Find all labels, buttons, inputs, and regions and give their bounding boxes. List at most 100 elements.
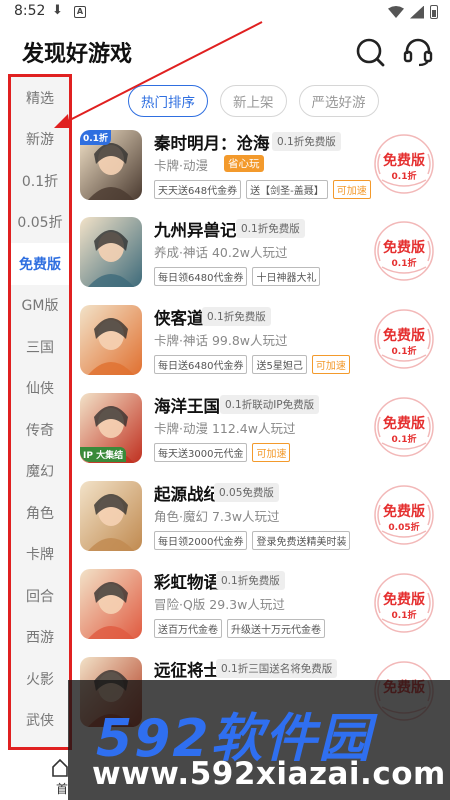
- battery-icon: [430, 5, 438, 19]
- game-row[interactable]: 彩虹物语 0.1折免费版 冒险·Q版 29.3w人玩过 送百万代金卷 升级送十万元代金卷…: [80, 569, 450, 655]
- game-name[interactable]: 秦时明月：沧海: [154, 130, 270, 154]
- sidebar-item[interactable]: GM版: [11, 285, 69, 327]
- game-icon[interactable]: [80, 305, 142, 375]
- sidebar-item[interactable]: 免费版: [11, 243, 69, 285]
- game-row[interactable]: 起源战纪 0.05免费版角色·魔幻 7.3w人玩过每日领2000代金券 登录免费送精…: [80, 481, 450, 567]
- sidebar-item[interactable]: 0.1折: [11, 160, 69, 202]
- game-name[interactable]: 远征将士: [154, 657, 220, 681]
- icon-corner-label: IP 大集结: [80, 447, 127, 462]
- stamp-discount-text: 0.05折: [388, 523, 420, 533]
- game-tags: 每日领2000代金券 登录免费送精美时装: [154, 531, 351, 550]
- game-row[interactable]: 侠客道 0.1折免费版 卡牌·神话 99.8w人玩过 每日送6480代金券 送5星妲己可…: [80, 305, 450, 391]
- sidebar-item[interactable]: 角色: [11, 492, 69, 534]
- stamp-main-text: 免费版: [383, 153, 425, 169]
- game-version-badge: 0.05免费版: [214, 483, 279, 502]
- game-meta: 冒险·Q版 29.3w人玩过: [154, 597, 285, 612]
- download-icon: ⬇: [52, 3, 63, 18]
- home-icon[interactable]: [52, 758, 68, 778]
- status-bar: 8:52 ⬇ A: [0, 0, 450, 26]
- sidebar-item[interactable]: 火影: [11, 658, 69, 700]
- game-tag: 可加速: [311, 355, 350, 374]
- game-tags: 送百万代金卷 升级送十万元代金卷: [154, 619, 325, 638]
- game-name[interactable]: 侠客道: [154, 305, 204, 329]
- search-button[interactable]: [354, 36, 386, 68]
- game-version-badge: 0.1折免费版: [272, 132, 341, 151]
- game-meta: 卡牌·神话 99.8w人玩过: [154, 333, 288, 348]
- game-icon[interactable]: [80, 217, 142, 287]
- notification-app-icon: A: [74, 6, 86, 18]
- game-meta: 角色·魔幻 7.3w人玩过: [154, 509, 280, 524]
- sidebar-item[interactable]: 卡牌: [11, 534, 69, 576]
- game-icon[interactable]: [80, 569, 142, 639]
- search-icon: [356, 38, 385, 67]
- sidebar-item[interactable]: 西游: [11, 617, 69, 659]
- sidebar-item[interactable]: 仙侠: [11, 368, 69, 410]
- sidebar-item[interactable]: 传奇: [11, 409, 69, 451]
- headset-icon: [403, 38, 433, 67]
- game-tag: 送5星妲己: [252, 355, 307, 374]
- game-icon[interactable]: [80, 481, 142, 551]
- sidebar-item[interactable]: 精选: [11, 77, 69, 119]
- game-name[interactable]: 九州异兽记: [154, 217, 237, 241]
- sidebar-item[interactable]: 三国: [11, 326, 69, 368]
- game-tag: 可加速: [332, 180, 371, 199]
- sidebar-item[interactable]: 武侠: [11, 700, 69, 742]
- game-row[interactable]: 九州异兽记 0.1折 免费版 养成·神话 40.2w人玩过每日领6480代金券 十日神器…: [80, 217, 450, 303]
- game-version-badge: 0.1折免费版: [202, 307, 271, 326]
- free-version-stamp: 免费版 0.1折: [372, 219, 436, 283]
- customer-service-button[interactable]: [402, 36, 434, 68]
- stamp-discount-text: 0.1折: [391, 435, 417, 445]
- app-screen: 8:52 ⬇ A 发现好游戏 精选 新游 0.1折 0.05折 免费版 GM版 三国: [0, 0, 450, 800]
- free-version-stamp: 免费版 0.05折: [372, 483, 436, 547]
- game-tag: 登录免费送精美时装: [252, 531, 351, 550]
- stamp-main-text: 免费版: [383, 504, 425, 520]
- free-version-stamp: 免费版 0.1折: [372, 307, 436, 371]
- game-tag: 每天送3000元代金: [154, 443, 248, 462]
- game-tag: 十日神器大礼: [252, 267, 321, 286]
- game-tag: 送百万代金卷: [154, 619, 222, 638]
- game-row[interactable]: 0.1折 秦时明月：沧海 0.1折免费版 卡牌·动漫 省心玩 天天送648代金券 送【剑圣-…: [80, 130, 450, 216]
- tab[interactable]: 严选好游: [298, 85, 379, 117]
- game-tag: 每日领2000代金券: [154, 531, 248, 550]
- game-tag: 可加速: [252, 443, 291, 462]
- game-tag: 送【剑圣-盖聂】: [246, 180, 328, 199]
- nav-home-label[interactable]: 首: [56, 780, 68, 797]
- header: 发现好游戏: [0, 30, 450, 74]
- stamp-discount-text: 0.1折: [391, 611, 417, 621]
- game-tags: 每日领6480代金券 十日神器大礼: [154, 267, 321, 286]
- game-version-badge: 0.1折免费版: [216, 571, 285, 590]
- game-meta: 养成·神话 40.2w人玩过: [154, 245, 288, 260]
- page-title: 发现好游戏: [22, 42, 133, 67]
- game-name[interactable]: 起源战纪: [154, 481, 220, 505]
- sidebar-item[interactable]: 新游: [11, 119, 69, 161]
- stamp-main-text: 免费版: [383, 240, 425, 256]
- game-row[interactable]: IP 大集结 海洋王国 0.1折联动IP免费版卡牌·动漫 112.4w人玩过每天送3…: [80, 393, 450, 479]
- game-tag: 升级送十万元代金卷: [227, 619, 325, 638]
- stamp-discount-text: 0.1折: [391, 259, 417, 269]
- stamp-main-text: 免费版: [383, 328, 425, 344]
- stamp-main-text: 免费版: [383, 592, 425, 608]
- game-meta: 卡牌·动漫 112.4w人玩过: [154, 421, 296, 436]
- watermark-url: www.592xiazai.com: [92, 756, 446, 792]
- stamp-discount-text: 0.1折: [391, 347, 417, 357]
- game-version-badge: 0.1折联动IP免费版: [220, 395, 320, 414]
- game-tags: 天天送648代金券 送【剑圣-盖聂】 可加速: [154, 180, 371, 199]
- tab[interactable]: 新上架: [220, 85, 287, 117]
- game-tags: 每日送6480代金券 送5星妲己 可加速: [154, 355, 350, 374]
- game-name[interactable]: 彩虹物语: [154, 569, 220, 593]
- sidebar-item[interactable]: 0.05折: [11, 202, 69, 244]
- game-name[interactable]: 海洋王国: [154, 393, 220, 417]
- watermark-banner: 592软件园 www.592xiazai.com: [68, 680, 450, 800]
- game-tag: 天天送648代金券: [154, 180, 242, 199]
- free-version-stamp: 免费版 0.1折: [372, 395, 436, 459]
- bottom-nav: 首: [0, 752, 68, 800]
- game-version-badge: 0.1折三国送名将免费版: [216, 659, 338, 678]
- game-tag: 每日送6480代金券: [154, 355, 248, 374]
- sidebar-item[interactable]: 魔幻: [11, 451, 69, 493]
- status-time: 8:52: [14, 3, 46, 19]
- tab[interactable]: 热门排序: [128, 85, 208, 117]
- icon-corner-label: 0.1折: [80, 130, 111, 145]
- category-sidebar[interactable]: 精选新游0.1折0.05折免费版GM版三国仙侠传奇魔幻角色卡牌回合西游火影武侠动…: [8, 74, 72, 771]
- sidebar-item[interactable]: 回合: [11, 575, 69, 617]
- game-meta: 卡牌·动漫: [154, 158, 208, 173]
